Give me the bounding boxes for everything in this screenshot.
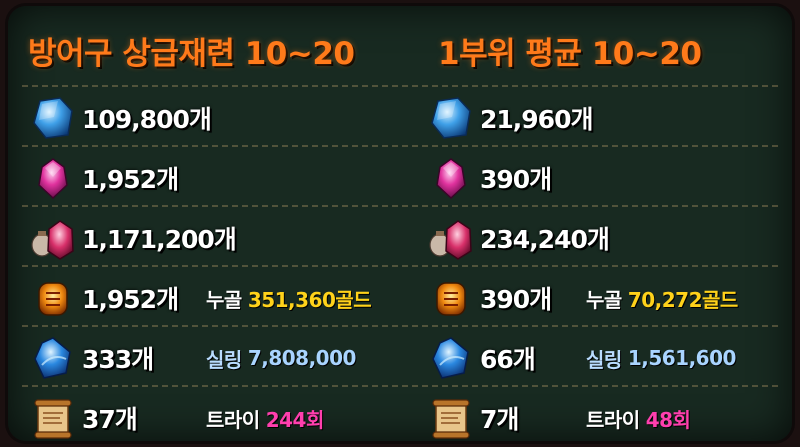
quantity: 109,800개 <box>82 105 212 134</box>
gold-label: 누골 <box>586 287 622 312</box>
honor-shard-pouch-icon <box>428 215 474 261</box>
fusion-material-icon <box>30 275 76 321</box>
fusion-material-icon <box>428 275 474 321</box>
quantity: 7개 <box>480 405 519 434</box>
left-title: 방어구 상급재련 10~20 <box>28 36 355 72</box>
list-item: 1,171,200개 <box>30 208 410 268</box>
quantity: 1,952개 <box>82 165 179 194</box>
right-column: 21,960개 390개 234,240개 390개 누골 70,272골드 6… <box>428 88 792 441</box>
try-count: 트라이 244회 <box>206 388 324 441</box>
blue-gem-icon <box>30 335 76 381</box>
list-item: 234,240개 <box>428 208 792 268</box>
list-item: 1,952개 누골 351,360골드 <box>30 268 410 328</box>
silver-cost: 실링 1,561,600 <box>586 328 736 388</box>
silver-value: 1,561,600 <box>627 346 737 370</box>
list-item: 37개 트라이 244회 <box>30 388 410 441</box>
quantity: 234,240개 <box>480 225 610 254</box>
scroll-icon <box>30 395 76 441</box>
list-item: 333개 실링 7,808,000 <box>30 328 410 388</box>
gold-cost: 누골 351,360골드 <box>206 268 372 328</box>
right-title: 1부위 평균 10~20 <box>438 36 702 72</box>
list-item: 66개 실링 1,561,600 <box>428 328 792 388</box>
scroll-icon <box>428 395 474 441</box>
quantity: 66개 <box>480 345 536 374</box>
try-count: 트라이 48회 <box>586 388 691 441</box>
list-item: 21,960개 <box>428 88 792 148</box>
quantity: 37개 <box>82 405 138 434</box>
list-item: 390개 누골 70,272골드 <box>428 268 792 328</box>
quantity: 333개 <box>82 345 154 374</box>
quantity: 1,952개 <box>82 285 179 314</box>
destruction-crystal-icon <box>428 155 474 201</box>
gold-value: 70,272골드 <box>627 287 738 312</box>
list-item: 7개 트라이 48회 <box>428 388 792 441</box>
divider <box>22 85 778 87</box>
guardian-stone-icon <box>428 95 474 141</box>
gold-cost: 누골 70,272골드 <box>586 268 738 328</box>
silver-label: 실링 <box>206 347 242 372</box>
honor-shard-pouch-icon <box>30 215 76 261</box>
gold-value: 351,360골드 <box>247 287 372 312</box>
left-column: 109,800개 1,952개 1,171,200개 1,952개 누골 351… <box>30 88 410 441</box>
guardian-stone-icon <box>30 95 76 141</box>
list-item: 390개 <box>428 148 792 208</box>
try-label: 트라이 <box>586 407 640 432</box>
silver-value: 7,808,000 <box>247 346 357 370</box>
try-label: 트라이 <box>206 407 260 432</box>
quantity: 390개 <box>480 285 552 314</box>
silver-cost: 실링 7,808,000 <box>206 328 356 388</box>
list-item: 109,800개 <box>30 88 410 148</box>
silver-label: 실링 <box>586 347 622 372</box>
list-item: 1,952개 <box>30 148 410 208</box>
quantity: 390개 <box>480 165 552 194</box>
board: 방어구 상급재련 10~20 1부위 평균 10~20 109,800개 1,9… <box>8 6 792 441</box>
try-value: 48회 <box>645 407 691 432</box>
blue-gem-icon <box>428 335 474 381</box>
quantity: 1,171,200개 <box>82 225 237 254</box>
gold-label: 누골 <box>206 287 242 312</box>
try-value: 244회 <box>265 407 325 432</box>
destruction-crystal-icon <box>30 155 76 201</box>
quantity: 21,960개 <box>480 105 593 134</box>
